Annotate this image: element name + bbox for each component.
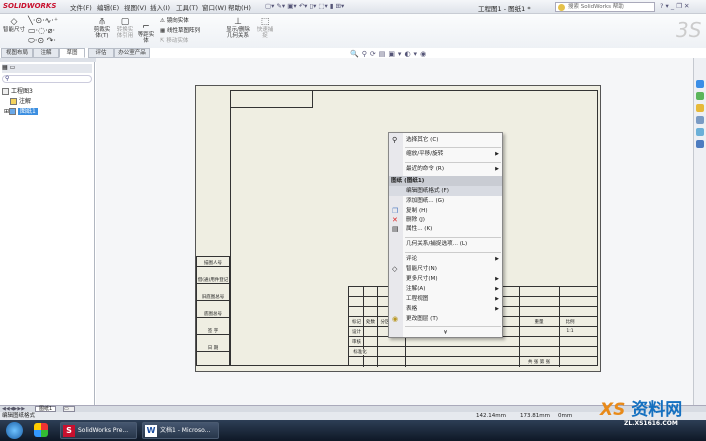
filter-input[interactable]: ⚲ xyxy=(2,75,92,83)
move-button[interactable]: ⇱ 移动实体 xyxy=(160,36,200,46)
tab-view-layout[interactable]: 视图布局 xyxy=(1,48,33,58)
menu-expand-more[interactable]: ¥ xyxy=(389,328,502,338)
offset-icon: ⌐ xyxy=(142,22,150,32)
menu-help[interactable]: 帮助(H) xyxy=(228,2,251,12)
solidworks-icon: S xyxy=(63,425,75,437)
annotation-icon xyxy=(10,98,17,105)
help-search-input[interactable]: 搜索 SolidWorks 帮助 xyxy=(555,2,655,12)
top-code-box xyxy=(230,90,313,108)
menu-item-properties[interactable]: ▤ 属性... (K) xyxy=(389,224,502,234)
menu-item-change-layer[interactable]: ◉ 更改图层 (T) xyxy=(389,314,502,324)
menu-item-comment[interactable]: 评论 ▶ xyxy=(389,254,502,264)
smart-dimension-button[interactable]: ◇ 智能尺寸 xyxy=(3,17,25,33)
menu-item-edit-sheet-format[interactable]: 编辑图纸格式 (F) xyxy=(389,186,502,196)
tree-root[interactable]: 工程图3 xyxy=(2,86,33,95)
sketch-tools-grid[interactable]: ╲·⊙·∿·⁺ ▭·◌·⌀· ⬭·⊙ ↷· xyxy=(28,16,58,46)
menu-item-select-other[interactable]: ⚲ 选择其它 (C) xyxy=(389,135,502,145)
drawing-icon xyxy=(2,88,9,95)
custom-properties-icon[interactable] xyxy=(696,140,704,148)
menu-item-tables[interactable]: 表格 ▶ xyxy=(389,304,502,314)
menu-edit[interactable]: 编辑(E) xyxy=(97,2,119,12)
tab-sketch[interactable]: 草图 xyxy=(59,48,85,58)
convert-entities-button[interactable]: ▢ 转换实体引用 xyxy=(115,17,135,39)
design-library-icon[interactable] xyxy=(696,92,704,100)
solidworks-logo: SOLIDWORKS xyxy=(3,2,57,10)
menu-file[interactable]: 文件(F) xyxy=(70,2,92,12)
convert-icon: ▢ xyxy=(120,17,130,27)
offset-button[interactable]: ⌐ 等距实体 xyxy=(137,22,155,44)
menu-item-add-sheet[interactable]: 添加图纸... (G) xyxy=(389,196,502,206)
smart-dimension-icon: ◇ xyxy=(392,265,398,273)
status-z: 0mm xyxy=(558,413,573,419)
properties-icon: ▤ xyxy=(392,225,399,233)
menu-item-more-dimensions[interactable]: 更多尺寸(M) ▶ xyxy=(389,274,502,284)
menu-view[interactable]: 视图(V) xyxy=(124,2,147,12)
copy-icon: ❐ xyxy=(392,207,399,215)
status-message: 编辑图纸格式 xyxy=(2,413,36,419)
smart-dimension-icon: ◇ xyxy=(10,17,18,27)
title-bar: SOLIDWORKS 文件(F) 编辑(E) 视图(V) 插入(I) 工具(T)… xyxy=(0,0,706,14)
menu-item-recent-commands[interactable]: 最近的命令 (R) ▶ xyxy=(389,164,502,174)
display-relations-button[interactable]: ⊥ 显示/删除几何关系 xyxy=(226,17,250,39)
menu-item-zoom-pan-rotate[interactable]: 缩放/平移/旋转 ▶ xyxy=(389,149,502,159)
heads-up-view-toolbar[interactable]: 🔍⚲⟳▤▣▾◐▾◉ xyxy=(350,50,429,58)
taskbar-word[interactable]: W 文档1 - Microso... xyxy=(142,422,219,439)
left-signature-column: 描图人号 借(通)用件登记 旧底图总号 底图总号 签 字 日 期 xyxy=(196,256,230,366)
view-palette-icon[interactable] xyxy=(696,116,704,124)
status-y: 173.81mm xyxy=(520,413,550,419)
context-menu: ⚲ 选择其它 (C) 缩放/平移/旋转 ▶ 最近的命令 (R) ▶ 图纸 (图纸1) … xyxy=(388,132,503,338)
file-explorer-icon[interactable] xyxy=(696,104,704,112)
tree-item-sheet1[interactable]: ⊞ 图纸1 xyxy=(4,106,38,115)
feature-manager-panel: ▦ ▭ ⚲ 工程图3 注解 ⊞ 图纸1 xyxy=(0,62,95,405)
tab-office[interactable]: 办公室产品 xyxy=(114,48,150,58)
pattern-group: ⚠ 镜向实体 ▦ 线性草图阵列 ⇱ 移动实体 xyxy=(160,16,200,46)
sheet-icon xyxy=(9,108,17,115)
command-manager: ◇ 智能尺寸 ╲·⊙·∿·⁺ ▭·◌·⌀· ⬭·⊙ ↷· ⫚ 剪裁实体(T) ▢ 转换实体… xyxy=(0,14,706,48)
resources-icon[interactable] xyxy=(696,80,704,88)
snap-icon: ⬚ xyxy=(260,17,270,27)
layer-icon: ◉ xyxy=(392,315,399,323)
ds-logo: 3S xyxy=(676,18,702,42)
taskbar-solidworks[interactable]: S SolidWorks Pre... xyxy=(60,422,137,439)
menu-insert[interactable]: 插入(I) xyxy=(150,2,170,12)
quick-access-toolbar[interactable]: ▢▾ ✎▾ ▣▾ ↶▾ ▯▾ ⬚▾ ▮ ⊞▾ xyxy=(265,2,344,10)
linear-pattern-button[interactable]: ▦ 线性草图阵列 xyxy=(160,26,200,36)
mirror-button[interactable]: ⚠ 镜向实体 xyxy=(160,16,200,26)
relations-icon: ⊥ xyxy=(234,17,242,27)
status-x: 142.14mm xyxy=(476,413,506,419)
window-controls[interactable]: ? ▾ _ ❐ ✕ xyxy=(660,2,690,10)
menu-item-smart-dimension[interactable]: ◇ 智能尺寸(N) xyxy=(389,264,502,274)
task-pane xyxy=(693,58,706,405)
document-title: 工程图1 - 图纸1 * xyxy=(478,5,531,13)
menu-header-sheet: 图纸 (图纸1) xyxy=(389,176,502,186)
tree-item-annotations[interactable]: 注解 xyxy=(10,96,31,105)
panel-tabs[interactable]: ▦ ▭ xyxy=(2,64,92,73)
menu-item-annotations[interactable]: 注解(A) ▶ xyxy=(389,284,502,294)
menu-window[interactable]: 窗口(W) xyxy=(202,2,227,12)
trim-icon: ⫚ xyxy=(99,17,105,27)
quick-snap-button[interactable]: ⬚ 快速捕捉 xyxy=(256,17,274,39)
watermark: XS 资料网 ZL.XS1616.COM xyxy=(600,400,683,427)
word-icon: W xyxy=(145,425,157,437)
delete-icon: ✕ xyxy=(392,216,398,224)
tab-annotation[interactable]: 注解 xyxy=(33,48,59,58)
appearances-icon[interactable] xyxy=(696,128,704,136)
menu-item-relations-snaps[interactable]: 几何关系/捕捉选项... (L) xyxy=(389,239,502,249)
select-other-icon: ⚲ xyxy=(392,136,398,144)
start-button[interactable] xyxy=(6,422,23,439)
command-tabs: 视图布局 注解 草图 评估 办公室产品 xyxy=(0,48,160,58)
app-launcher-icon[interactable] xyxy=(34,423,48,437)
tab-evaluate[interactable]: 评估 xyxy=(88,48,114,58)
menu-item-drawing-views[interactable]: 工程视图 ▶ xyxy=(389,294,502,304)
menu-tools[interactable]: 工具(T) xyxy=(176,2,198,12)
trim-button[interactable]: ⫚ 剪裁实体(T) xyxy=(92,17,112,39)
